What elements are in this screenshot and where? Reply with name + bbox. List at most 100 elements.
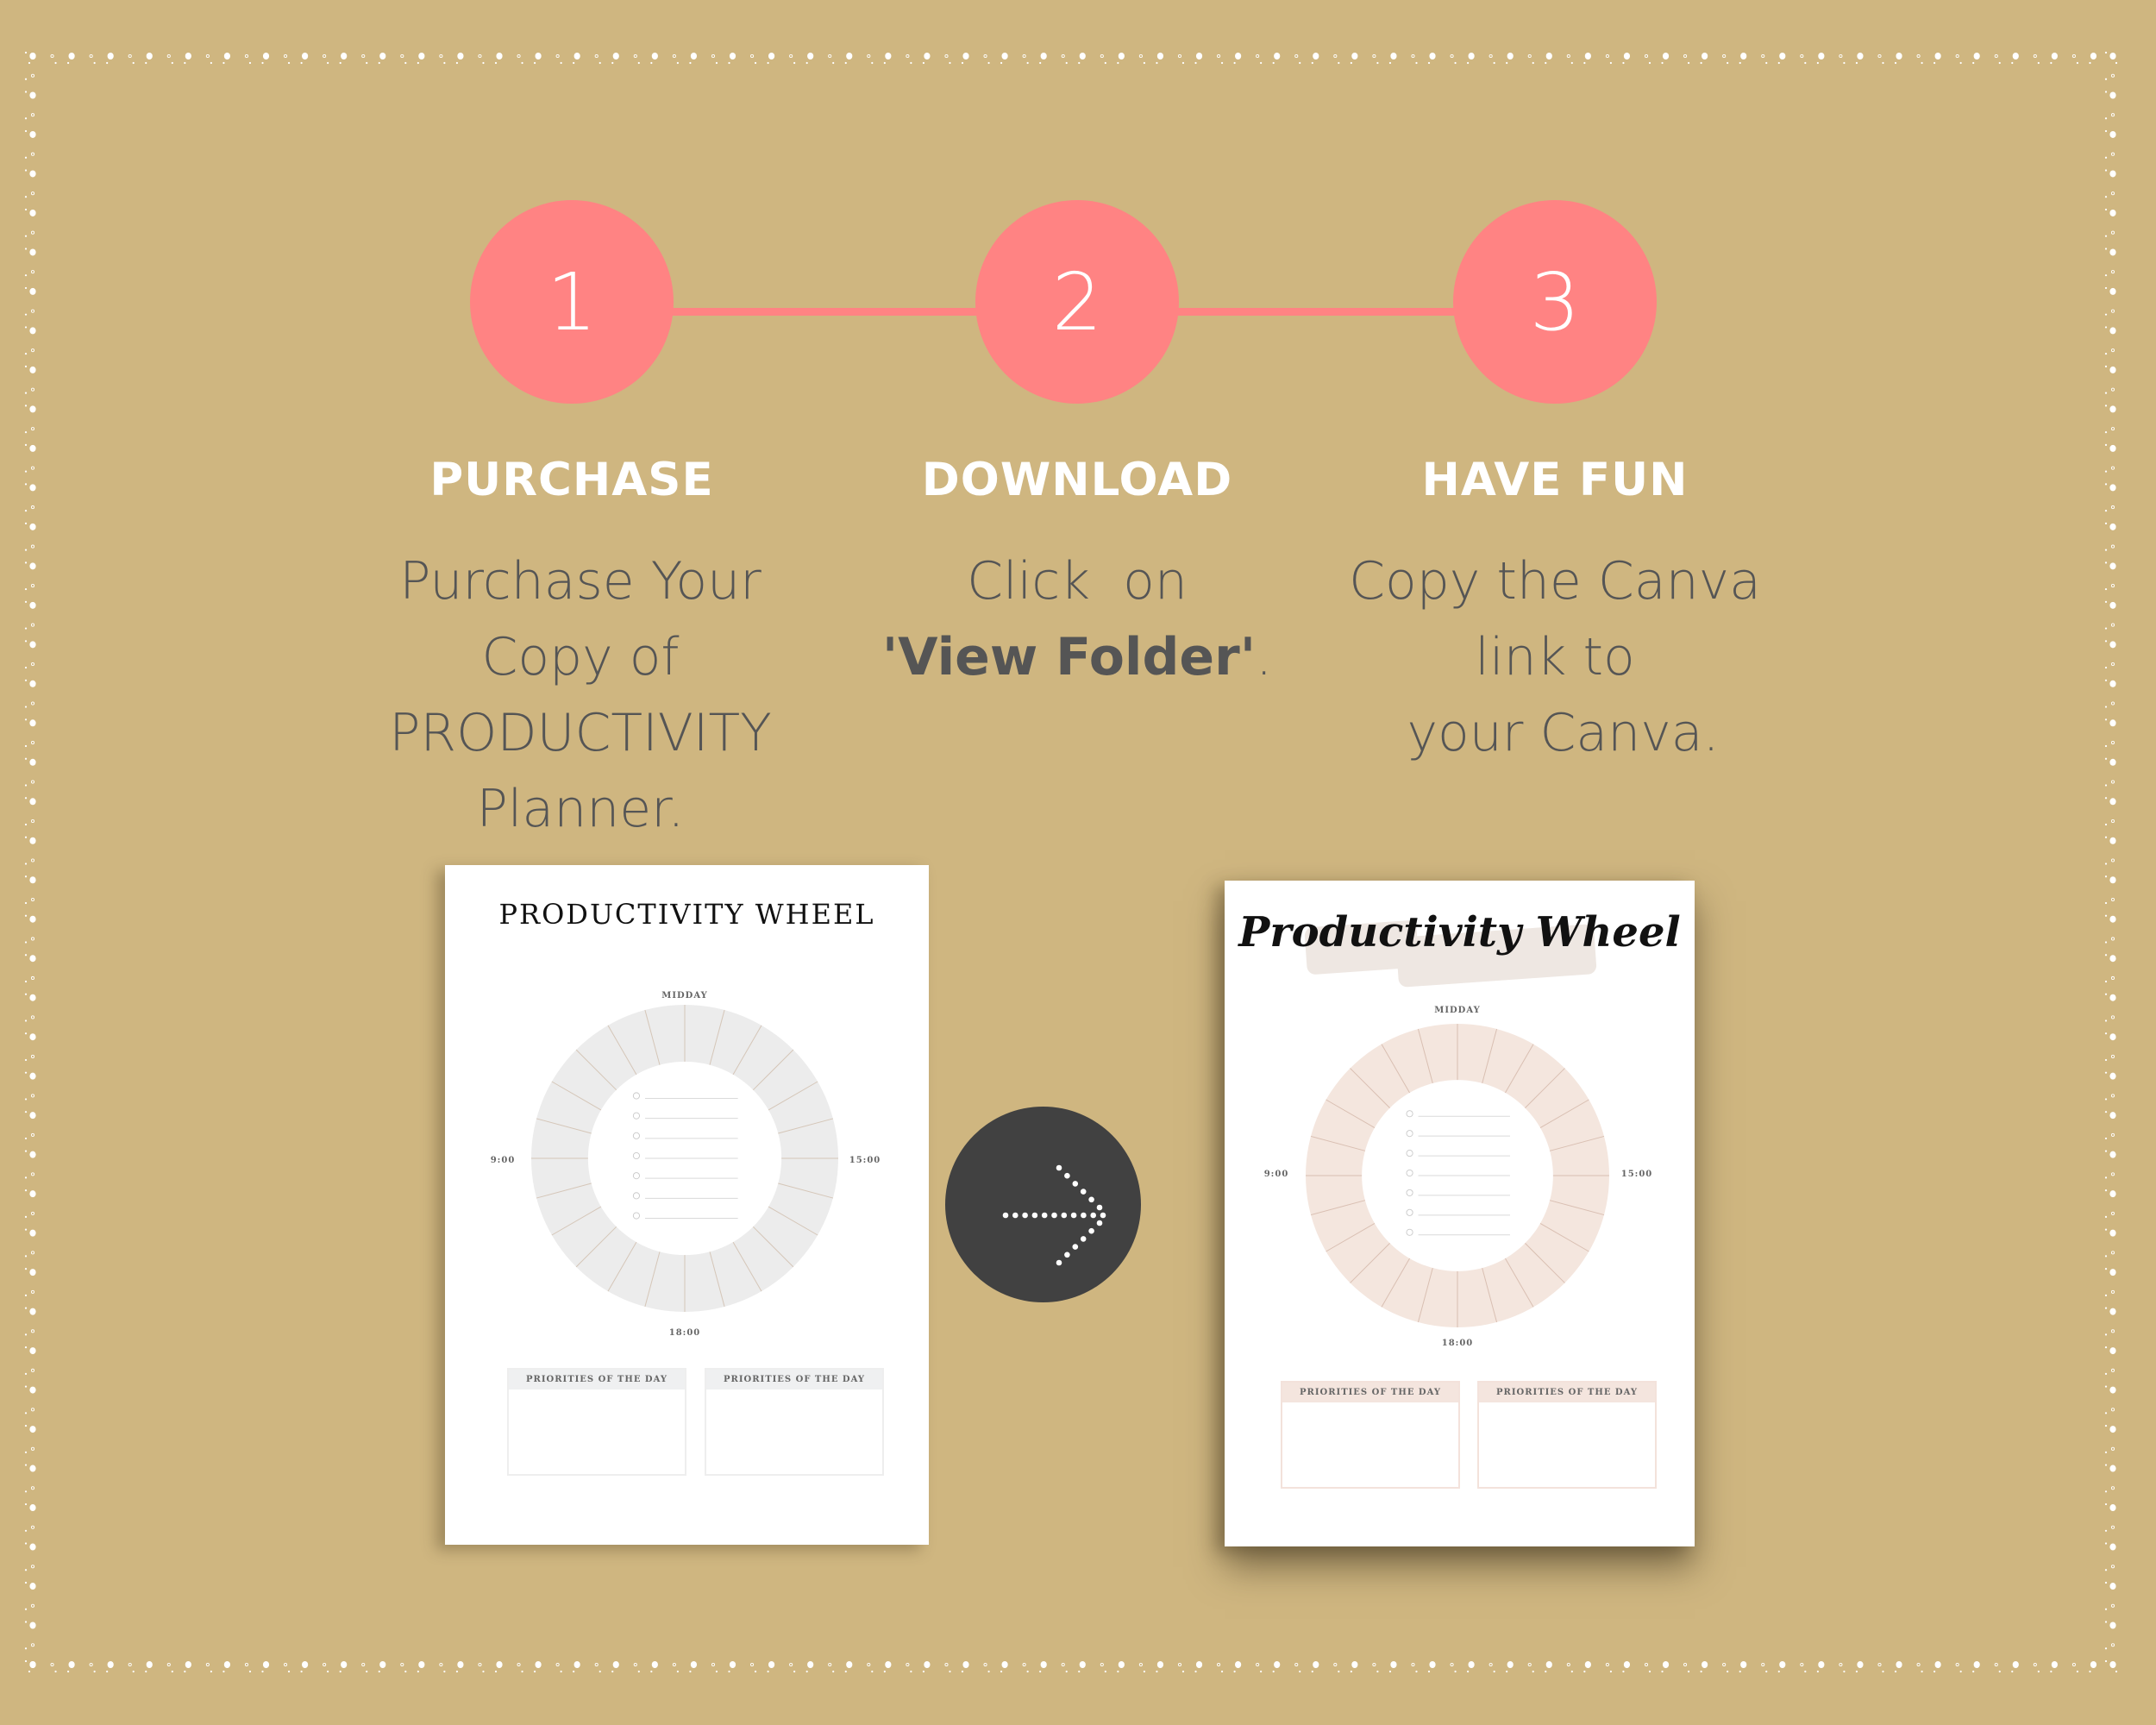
frame-dot [2109, 366, 2116, 373]
frame-ring [711, 53, 716, 59]
frame-ring [1566, 53, 1570, 59]
frame-ring [30, 780, 35, 784]
frame-dot [1662, 1661, 1670, 1668]
frame-small-dot [66, 61, 70, 65]
frame-small-dot [24, 1255, 28, 1258]
frame-dot [29, 1033, 36, 1041]
frame-small-dot [24, 914, 28, 917]
frame-ring [30, 701, 35, 706]
frame-ring [2110, 937, 2115, 941]
frame-ring [2110, 73, 2115, 78]
frame-small-dot [24, 392, 28, 394]
frame-small-dot [1181, 61, 1185, 65]
frame-ring [2110, 701, 2115, 706]
frame-small-dot [24, 1569, 28, 1571]
frame-ring [517, 53, 521, 59]
frame-small-dot [922, 1670, 925, 1673]
frame-dot [29, 405, 36, 413]
frame-ring [1683, 53, 1688, 59]
frame-small-dot [2104, 443, 2108, 446]
frame-dot [1118, 1661, 1125, 1668]
frame-dot [29, 1661, 36, 1668]
step-3-circle: 3 [1453, 200, 1657, 404]
frame-dot [1235, 53, 1242, 60]
frame-small-dot [1026, 61, 1029, 65]
frame-dot [2109, 170, 2116, 178]
frame-small-dot [417, 1670, 419, 1673]
frame-ring [1605, 1662, 1609, 1667]
frame-ring [2110, 1251, 2115, 1255]
frame-ring [283, 53, 288, 59]
frame-ring [30, 623, 35, 627]
wheel-label-top: MIDDAY [661, 991, 708, 1000]
frame-small-dot [1934, 1670, 1936, 1673]
frame-dot [2109, 484, 2116, 492]
frame-ring [2110, 1172, 2115, 1176]
frame-dot [1001, 53, 1008, 60]
frame-small-dot [24, 1268, 28, 1270]
frame-dot [29, 562, 36, 570]
frame-small-dot [24, 1490, 28, 1493]
frame-small-dot [2115, 61, 2118, 65]
frame-dot [223, 53, 231, 60]
frame-ring [1294, 1662, 1299, 1667]
frame-small-dot [754, 61, 757, 65]
frame-small-dot [2104, 1569, 2108, 1571]
frame-ring [2110, 427, 2115, 431]
frame-small-dot [1816, 1670, 1819, 1673]
priority-box: PRIORITIES OF THE DAY [705, 1368, 884, 1476]
frame-small-dot [1570, 1670, 1573, 1673]
frame-dot [1702, 1661, 1708, 1668]
frame-small-dot [1777, 1670, 1780, 1673]
frame-dot [301, 1661, 309, 1668]
frame-small-dot [1039, 1670, 1042, 1673]
frame-small-dot [2104, 405, 2108, 407]
frame-dot [962, 1661, 969, 1668]
wheel-label-left: 9:00 [490, 1156, 516, 1165]
frame-small-dot [2089, 61, 2091, 65]
frame-ring [30, 1329, 35, 1333]
frame-small-dot [2104, 510, 2108, 512]
frame-small-dot [2104, 666, 2108, 669]
arrow-shaft-dot [1070, 1212, 1077, 1219]
frame-small-dot [24, 836, 28, 838]
frame-small-dot [1583, 1670, 1586, 1673]
step-1-line: Purchase Your [399, 551, 761, 612]
frame-small-dot [24, 274, 28, 277]
frame-ring [1138, 1662, 1143, 1667]
frame-ring [361, 1662, 366, 1667]
frame-ring [2071, 53, 2076, 59]
frame-small-dot [599, 61, 601, 65]
frame-small-dot [54, 61, 57, 65]
frame-ring [2110, 191, 2115, 196]
frame-ring [30, 1132, 35, 1137]
frame-small-dot [844, 61, 847, 65]
frame-dot [2109, 327, 2116, 335]
frame-dot [2109, 680, 2116, 687]
frame-dot [1507, 1661, 1514, 1668]
priority-box: PRIORITIES OF THE DAY [1281, 1381, 1460, 1489]
frame-ring [2110, 309, 2115, 313]
frame-small-dot [2037, 1670, 2040, 1673]
frame-ring [1138, 53, 1143, 59]
frame-small-dot [1415, 61, 1418, 65]
frame-dot [651, 53, 658, 60]
frame-small-dot [1532, 61, 1534, 65]
frame-dot [2109, 1426, 2116, 1433]
frame-dot [29, 248, 36, 256]
frame-dot [29, 1072, 36, 1080]
frame-dot [29, 837, 36, 844]
frame-small-dot [1026, 1670, 1029, 1673]
frame-dot [1779, 1661, 1786, 1668]
frame-small-dot [24, 1464, 28, 1466]
frame-dot [29, 955, 36, 963]
frame-ring [30, 1015, 35, 1019]
frame-small-dot [2104, 129, 2108, 133]
frame-small-dot [366, 1670, 368, 1673]
frame-small-dot [2104, 248, 2108, 250]
frame-dot [2109, 994, 2116, 1001]
frame-dot [612, 1661, 619, 1668]
frame-ring [1022, 1662, 1026, 1667]
frame-ring [1022, 53, 1026, 59]
frame-dot [2109, 1543, 2116, 1551]
